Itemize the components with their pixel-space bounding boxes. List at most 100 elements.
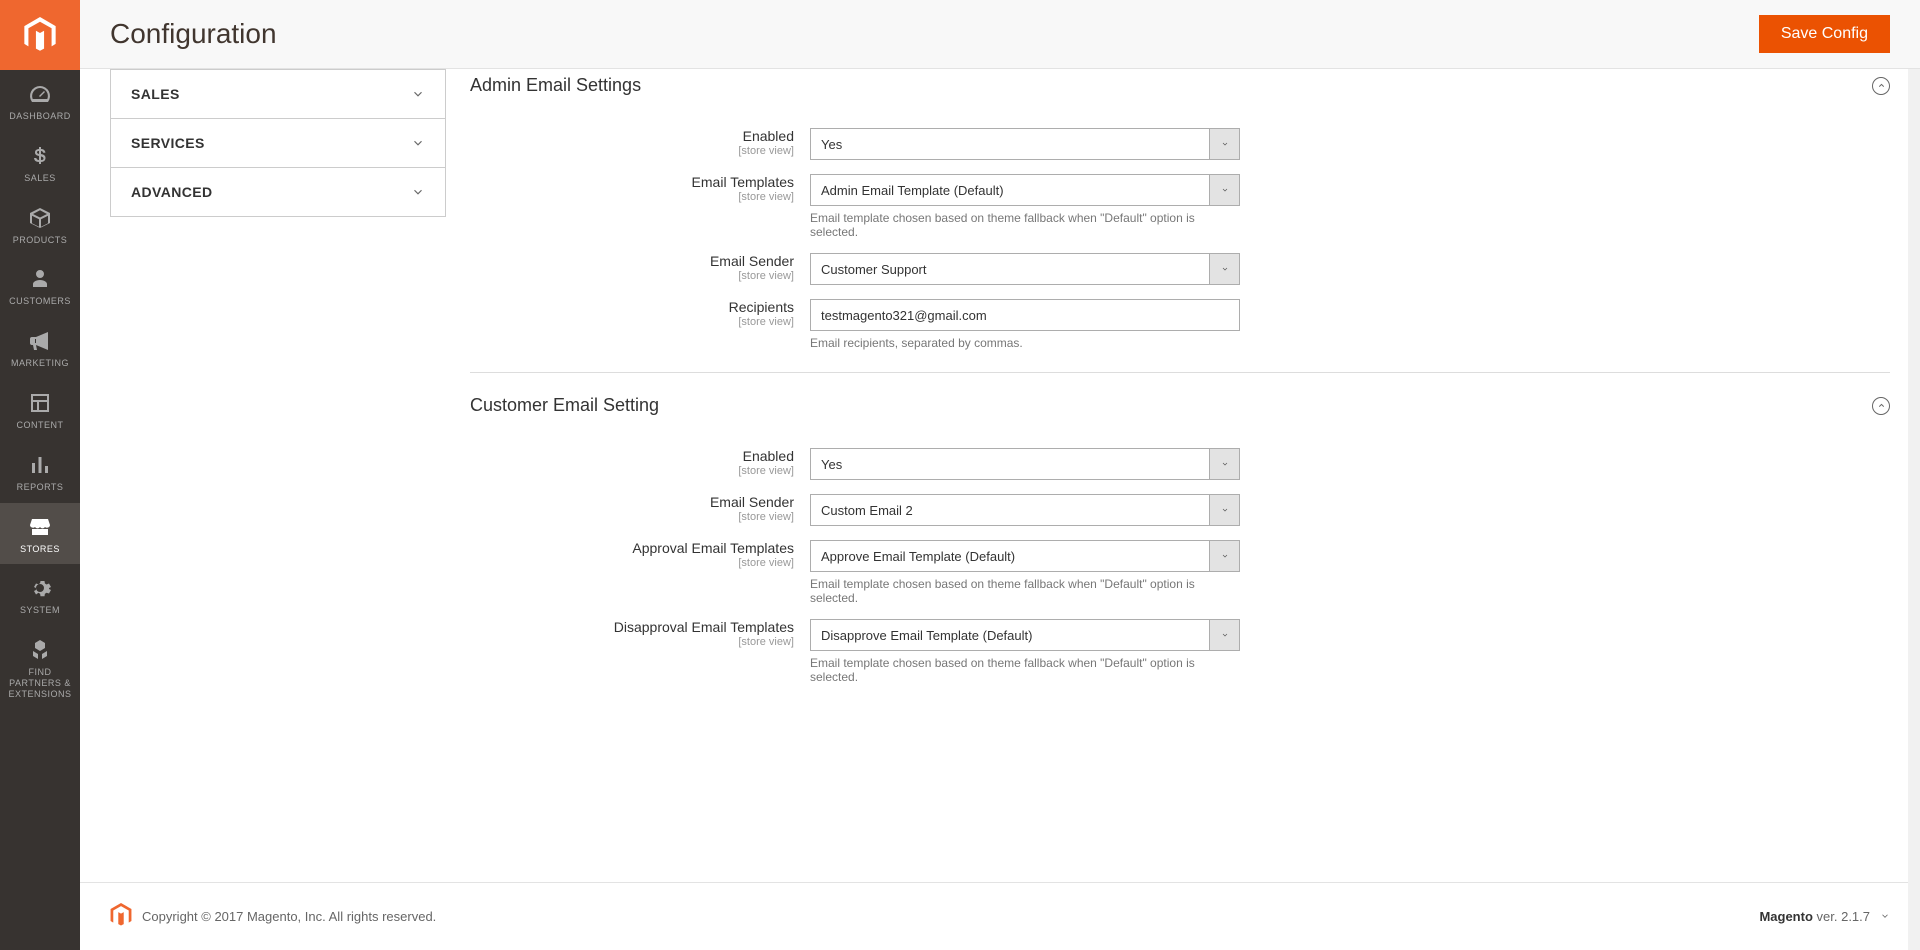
field-enabled: Enabled [store view] Yes	[470, 128, 1890, 160]
collapse-icon	[1872, 77, 1890, 95]
main-nav: DASHBOARD SALES PRODUCTS CUSTOMERS MARKE…	[0, 0, 80, 950]
enabled-select[interactable]: Yes	[810, 128, 1240, 160]
chevron-down-icon	[1209, 449, 1239, 479]
recipients-input[interactable]	[810, 299, 1240, 331]
tab-label: ADVANCED	[131, 184, 213, 200]
select-value: Custom Email 2	[811, 495, 1209, 525]
nav-customers[interactable]: CUSTOMERS	[0, 255, 80, 317]
select-value: Customer Support	[811, 254, 1209, 284]
select-value: Approve Email Template (Default)	[811, 541, 1209, 571]
chevron-down-icon	[411, 185, 425, 199]
enabled-select[interactable]: Yes	[810, 448, 1240, 480]
select-value: Admin Email Template (Default)	[811, 175, 1209, 205]
nav-dashboard[interactable]: DASHBOARD	[0, 70, 80, 132]
field-label: Email Templates	[470, 174, 794, 190]
tab-sales[interactable]: SALES	[110, 69, 446, 119]
chevron-down-icon	[1209, 129, 1239, 159]
field-email-sender: Email Sender [store view] Customer Suppo…	[470, 253, 1890, 285]
nav-label: SYSTEM	[20, 605, 60, 616]
gauge-icon	[28, 82, 52, 106]
tab-advanced[interactable]: ADVANCED	[110, 168, 446, 217]
page-footer: Copyright © 2017 Magento, Inc. All right…	[80, 882, 1920, 950]
field-scope: [store view]	[470, 316, 794, 328]
chevron-down-icon	[411, 87, 425, 101]
nav-label: REPORTS	[17, 482, 64, 493]
chevron-down-icon	[1209, 541, 1239, 571]
dollar-icon	[28, 144, 52, 168]
field-scope: [store view]	[470, 465, 794, 477]
tab-label: SERVICES	[131, 135, 205, 151]
layout-icon	[28, 391, 52, 415]
chevron-down-icon	[1209, 620, 1239, 650]
chevron-down-icon	[1209, 175, 1239, 205]
person-icon	[28, 267, 52, 291]
nav-label: SALES	[24, 173, 56, 184]
field-email-sender: Email Sender [store view] Custom Email 2	[470, 494, 1890, 526]
tab-services[interactable]: SERVICES	[110, 119, 446, 168]
brand: Magento	[1759, 909, 1812, 924]
field-hint: Email template chosen based on theme fal…	[810, 577, 1240, 605]
nav-system[interactable]: SYSTEM	[0, 564, 80, 626]
field-label: Enabled	[470, 448, 794, 464]
select-value: Yes	[811, 449, 1209, 479]
bar-chart-icon	[28, 453, 52, 477]
save-config-button[interactable]: Save Config	[1759, 15, 1890, 53]
select-value: Disapprove Email Template (Default)	[811, 620, 1209, 650]
nav-content[interactable]: CONTENT	[0, 379, 80, 441]
field-recipients: Recipients [store view] Email recipients…	[470, 299, 1890, 350]
field-scope: [store view]	[470, 191, 794, 203]
copyright-text: Copyright © 2017 Magento, Inc. All right…	[142, 909, 436, 924]
magento-logo[interactable]	[0, 0, 80, 70]
collapse-icon	[1872, 397, 1890, 415]
nav-marketing[interactable]: MARKETING	[0, 317, 80, 379]
form-area: Admin Email Settings Enabled [store view…	[470, 69, 1890, 842]
field-scope: [store view]	[470, 557, 794, 569]
chevron-down-icon	[1209, 254, 1239, 284]
select-value: Yes	[811, 129, 1209, 159]
disapproval-templates-select[interactable]: Disapprove Email Template (Default)	[810, 619, 1240, 651]
scrollbar[interactable]	[1908, 0, 1920, 950]
tab-label: SALES	[131, 86, 180, 102]
fieldset-title: Admin Email Settings	[470, 75, 641, 96]
chevron-down-icon	[411, 136, 425, 150]
fieldset-admin-email: Admin Email Settings Enabled [store view…	[470, 69, 1890, 350]
field-scope: [store view]	[470, 270, 794, 282]
nav-label: CONTENT	[17, 420, 64, 431]
version-text: Magento ver. 2.1.7	[1759, 909, 1870, 924]
email-templates-select[interactable]: Admin Email Template (Default)	[810, 174, 1240, 206]
nav-partners[interactable]: FIND PARTNERS & EXTENSIONS	[0, 626, 80, 709]
field-label: Email Sender	[470, 253, 794, 269]
field-label: Recipients	[470, 299, 794, 315]
fieldset-customer-email: Customer Email Setting Enabled [store vi…	[470, 372, 1890, 684]
nav-label: STORES	[20, 544, 60, 555]
nav-label: DASHBOARD	[9, 111, 71, 122]
chevron-down-icon	[1209, 495, 1239, 525]
nav-reports[interactable]: REPORTS	[0, 441, 80, 503]
fieldset-header[interactable]: Admin Email Settings	[470, 75, 1890, 96]
nav-sales[interactable]: SALES	[0, 132, 80, 194]
megaphone-icon	[28, 329, 52, 353]
approval-templates-select[interactable]: Approve Email Template (Default)	[810, 540, 1240, 572]
fieldset-header[interactable]: Customer Email Setting	[470, 395, 1890, 416]
field-enabled: Enabled [store view] Yes	[470, 448, 1890, 480]
fieldset-title: Customer Email Setting	[470, 395, 659, 416]
field-disapproval-templates: Disapproval Email Templates [store view]…	[470, 619, 1890, 684]
field-hint: Email template chosen based on theme fal…	[810, 211, 1240, 239]
field-label: Disapproval Email Templates	[470, 619, 794, 635]
field-scope: [store view]	[470, 511, 794, 523]
field-hint: Email recipients, separated by commas.	[810, 336, 1240, 350]
nav-products[interactable]: PRODUCTS	[0, 194, 80, 256]
nav-label: FIND PARTNERS & EXTENSIONS	[4, 667, 76, 699]
nav-label: CUSTOMERS	[9, 296, 71, 307]
nav-stores[interactable]: STORES	[0, 503, 80, 565]
nav-label: MARKETING	[11, 358, 69, 369]
field-label: Enabled	[470, 128, 794, 144]
page-header: Configuration Save Config	[80, 0, 1920, 69]
chevron-down-icon[interactable]	[1880, 909, 1890, 924]
config-tabs: SALES SERVICES ADVANCED	[110, 69, 446, 842]
email-sender-select[interactable]: Custom Email 2	[810, 494, 1240, 526]
field-scope: [store view]	[470, 145, 794, 157]
email-sender-select[interactable]: Customer Support	[810, 253, 1240, 285]
gear-icon	[28, 576, 52, 600]
store-icon	[28, 515, 52, 539]
